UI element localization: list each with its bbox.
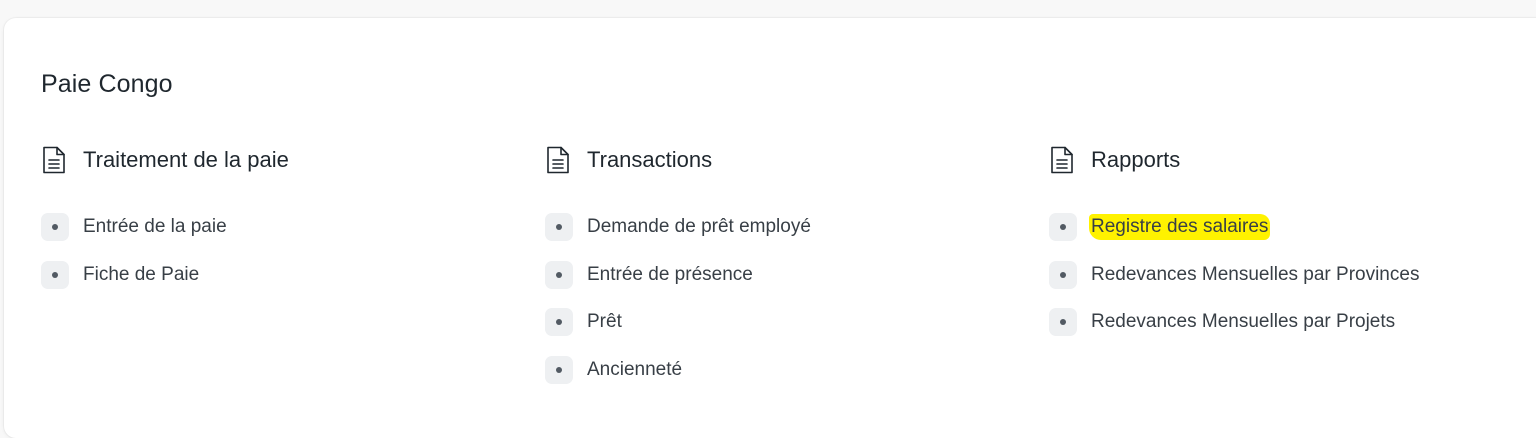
link-entree-de-presence[interactable]: Entrée de présence xyxy=(545,260,811,290)
section-header: Rapports xyxy=(1049,144,1529,176)
link-entree-de-la-paie[interactable]: Entrée de la paie xyxy=(41,212,227,242)
link-label[interactable]: Demande de prêt employé xyxy=(587,214,811,240)
link-pret[interactable]: Prêt xyxy=(545,307,811,337)
section-transactions: Transactions Demande de prêt employé Ent… xyxy=(545,144,1025,384)
document-icon xyxy=(1049,145,1075,175)
link-label-highlighted[interactable]: Registre des salaires xyxy=(1089,214,1271,240)
section-header: Traitement de la paie xyxy=(41,144,521,176)
link-label[interactable]: Ancienneté xyxy=(587,357,682,383)
bullet-icon xyxy=(1049,308,1077,336)
link-anciennete[interactable]: Ancienneté xyxy=(545,355,811,385)
workspace-card: Paie Congo Traitement de la paie Entrée … xyxy=(4,18,1536,438)
bullet-icon xyxy=(545,355,573,384)
link-fiche-de-paie[interactable]: Fiche de Paie xyxy=(41,260,227,290)
link-registre-des-salaires[interactable]: Registre des salaires xyxy=(1049,212,1419,242)
bullet-icon xyxy=(41,213,69,241)
link-label[interactable]: Prêt xyxy=(587,309,622,335)
section-title: Traitement de la paie xyxy=(83,147,289,172)
link-label[interactable]: Fiche de Paie xyxy=(83,262,199,288)
link-list: Registre des salaires Redevances Mensuel… xyxy=(1049,212,1419,355)
document-icon xyxy=(545,145,571,175)
link-label[interactable]: Entrée de la paie xyxy=(83,214,227,240)
link-redevances-mensuelles-par-projets[interactable]: Redevances Mensuelles par Projets xyxy=(1049,307,1419,337)
link-redevances-mensuelles-par-provinces[interactable]: Redevances Mensuelles par Provinces xyxy=(1049,260,1419,290)
document-icon xyxy=(41,145,67,175)
link-label[interactable]: Redevances Mensuelles par Projets xyxy=(1091,309,1395,335)
page-title: Paie Congo xyxy=(41,70,173,98)
bullet-icon xyxy=(1049,213,1077,241)
link-list: Entrée de la paie Fiche de Paie xyxy=(41,212,227,307)
bullet-icon xyxy=(41,260,69,289)
section-header: Transactions xyxy=(545,144,1025,176)
bullet-icon xyxy=(1049,260,1077,289)
link-list: Demande de prêt employé Entrée de présen… xyxy=(545,212,811,402)
section-rapports: Rapports Registre des salaires Redevance… xyxy=(1049,144,1529,336)
link-demande-de-pret-employe[interactable]: Demande de prêt employé xyxy=(545,212,811,242)
link-label[interactable]: Redevances Mensuelles par Provinces xyxy=(1091,262,1419,288)
section-traitement-de-la-paie: Traitement de la paie Entrée de la paie … xyxy=(41,144,521,289)
bullet-icon xyxy=(545,213,573,241)
bullet-icon xyxy=(545,260,573,289)
section-title: Rapports xyxy=(1091,147,1181,172)
link-label[interactable]: Entrée de présence xyxy=(587,262,753,288)
section-title: Transactions xyxy=(587,147,713,172)
bullet-icon xyxy=(545,308,573,336)
